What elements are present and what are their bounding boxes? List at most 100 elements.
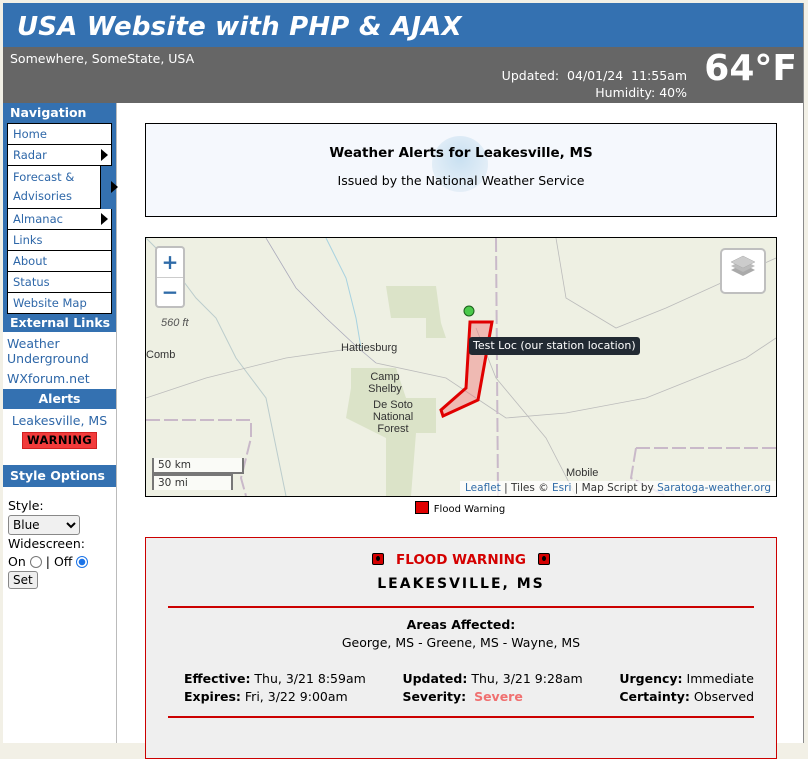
- warning-details: FLOOD WARNING LEAKESVILLE, MS Areas Affe…: [145, 537, 777, 759]
- nav-label: Website Map: [13, 296, 87, 310]
- submenu-arrow-icon: [111, 181, 118, 193]
- link-wxforum[interactable]: WXforum.net: [3, 371, 116, 386]
- set-button[interactable]: Set: [8, 571, 38, 589]
- updated-value: Thu, 3/21 9:28am: [471, 671, 583, 686]
- alert-header-title: Weather Alerts for Leakesville, MS: [329, 145, 593, 161]
- style-label: Style:: [8, 498, 44, 513]
- zoom-out-button[interactable]: −: [157, 278, 183, 307]
- separator: |: [45, 554, 50, 569]
- scale-mi: 30 mi: [152, 474, 233, 490]
- humidity: Humidity: 40%: [595, 85, 687, 100]
- divider: [168, 606, 754, 608]
- widescreen-label: Widescreen:: [8, 536, 85, 551]
- widescreen-off-radio[interactable]: [76, 556, 89, 568]
- areas-label: Areas Affected:: [406, 617, 516, 632]
- flood-icon: [371, 553, 384, 565]
- legend-swatch: [414, 501, 429, 514]
- updated-label: Updated:: [402, 671, 468, 686]
- style-options-heading: Style Options: [3, 465, 116, 487]
- flood-icon: [538, 553, 551, 565]
- areas-affected: George, MS - Greene, MS - Wayne, MS: [341, 635, 581, 650]
- certainty-value: Observed: [693, 689, 754, 704]
- page: USA Website with PHP & AJAX Somewhere, S…: [3, 3, 804, 759]
- nav-item-links[interactable]: Links: [7, 230, 112, 251]
- esri-link[interactable]: Esri: [552, 482, 571, 494]
- nav-label: Forecast & Advisories: [13, 170, 75, 203]
- on-label: On: [8, 554, 26, 569]
- zoom-in-button[interactable]: +: [157, 248, 183, 278]
- alert-header: Weather Alerts for Leakesville, MS Issue…: [145, 123, 777, 217]
- saratoga-link[interactable]: Saratoga-weather.org: [657, 482, 771, 494]
- severity-label: Severity:: [402, 689, 467, 704]
- nav-label: Home: [13, 127, 47, 141]
- alerts-heading: Alerts: [3, 389, 116, 409]
- submenu-arrow-icon: [101, 213, 108, 225]
- warning-meta: Effective: Thu, 3/21 8:59am Expires: Fri…: [146, 670, 776, 706]
- alert-town-link[interactable]: Leakesville, MS: [3, 413, 116, 429]
- sidebar: Navigation Home Radar Forecast & Advisor…: [3, 103, 118, 743]
- alert-summary: Leakesville, MS WARNING: [3, 409, 116, 465]
- warning-title: FLOOD WARNING: [146, 552, 776, 568]
- nav-label: Radar: [13, 148, 47, 162]
- map-label-mobile: Mobile: [566, 467, 599, 479]
- map-legend: Flood Warning: [117, 501, 803, 515]
- nav-item-home[interactable]: Home: [7, 123, 112, 145]
- site-title: USA Website with PHP & AJAX: [3, 3, 803, 47]
- update-info: Updated: 04/01/24 11:55am Humidity: 40%: [502, 67, 687, 101]
- scale-km: 50 km: [152, 458, 244, 474]
- layers-button[interactable]: [720, 248, 766, 294]
- style-options: Style: Blue Widescreen: On | Off Set: [3, 487, 116, 597]
- nav-label: Links: [13, 233, 43, 247]
- warning-type: FLOOD WARNING: [395, 552, 527, 568]
- external-links: Weather Underground WXforum.net: [3, 332, 116, 389]
- temperature: 64°F: [704, 48, 797, 89]
- map-label-elevation: 560 ft: [161, 317, 189, 329]
- nav-label: Almanac: [13, 212, 63, 226]
- timing-column: Effective: Thu, 3/21 8:59am Expires: Fri…: [184, 670, 366, 706]
- certainty-label: Certainty:: [619, 689, 690, 704]
- nav-item-radar[interactable]: Radar: [7, 145, 112, 166]
- conditions-bar: Somewhere, SomeState, USA Updated: 04/01…: [3, 47, 803, 103]
- nav-label: About: [13, 254, 48, 268]
- urgency-label: Urgency:: [619, 671, 683, 686]
- nav-label: Status: [13, 275, 50, 289]
- layers-icon: [730, 255, 756, 276]
- attrib-text: | Map Script by: [571, 482, 658, 494]
- effective-label: Effective:: [184, 671, 251, 686]
- updated-value: 04/01/24 11:55am: [567, 68, 687, 83]
- leaflet-link[interactable]: Leaflet: [465, 482, 501, 494]
- nav-item-almanac[interactable]: Almanac: [7, 209, 112, 230]
- alert-header-subtitle: Issued by the National Weather Service: [337, 173, 585, 188]
- divider: [168, 716, 754, 718]
- nav-item-website-map[interactable]: Website Map: [7, 293, 112, 314]
- attrib-text: | Tiles ©: [500, 482, 553, 494]
- link-weather-underground[interactable]: Weather Underground: [3, 336, 99, 366]
- map-label-desoto: De Soto National Forest: [372, 399, 414, 435]
- station-location: Somewhere, SomeState, USA: [10, 51, 195, 66]
- warning-badge[interactable]: WARNING: [22, 432, 97, 449]
- warning-town: LEAKESVILLE, MS: [377, 576, 545, 592]
- updated-label: Updated:: [501, 68, 560, 83]
- nav-item-forecast[interactable]: Forecast & Advisories: [7, 166, 118, 209]
- urgency-value: Immediate: [686, 671, 754, 686]
- map-label-camp-shelby: Camp Shelby: [368, 371, 402, 395]
- alert-map[interactable]: Hattiesburg Camp Shelby De Soto National…: [145, 237, 777, 497]
- nav-item-about[interactable]: About: [7, 251, 112, 272]
- effective-value: Thu, 3/21 8:59am: [254, 671, 366, 686]
- station-marker-icon: [463, 305, 475, 317]
- style-select[interactable]: Blue: [8, 515, 80, 535]
- widescreen-on-radio[interactable]: [29, 556, 42, 568]
- map-label-hattiesburg: Hattiesburg: [341, 342, 398, 354]
- zoom-control: + −: [155, 246, 185, 308]
- map-scale: 50 km 30 mi: [152, 458, 244, 490]
- legend-label: Flood Warning: [433, 504, 506, 515]
- nav-menu: Home Radar Forecast & Advisories Almanac…: [3, 123, 118, 314]
- urgency-column: Urgency: Immediate Certainty: Observed: [619, 670, 754, 706]
- severity-value: Severe: [474, 689, 523, 704]
- nav-item-status[interactable]: Status: [7, 272, 112, 293]
- station-tooltip: Test Loc (our station location): [469, 337, 640, 355]
- map-label-comb: Comb: [146, 349, 176, 361]
- submenu-arrow-icon: [101, 149, 108, 161]
- map-attribution: Leaflet | Tiles © Esri | Map Script by S…: [460, 481, 776, 496]
- status-column: Updated: Thu, 3/21 9:28am Severity: Seve…: [402, 670, 582, 706]
